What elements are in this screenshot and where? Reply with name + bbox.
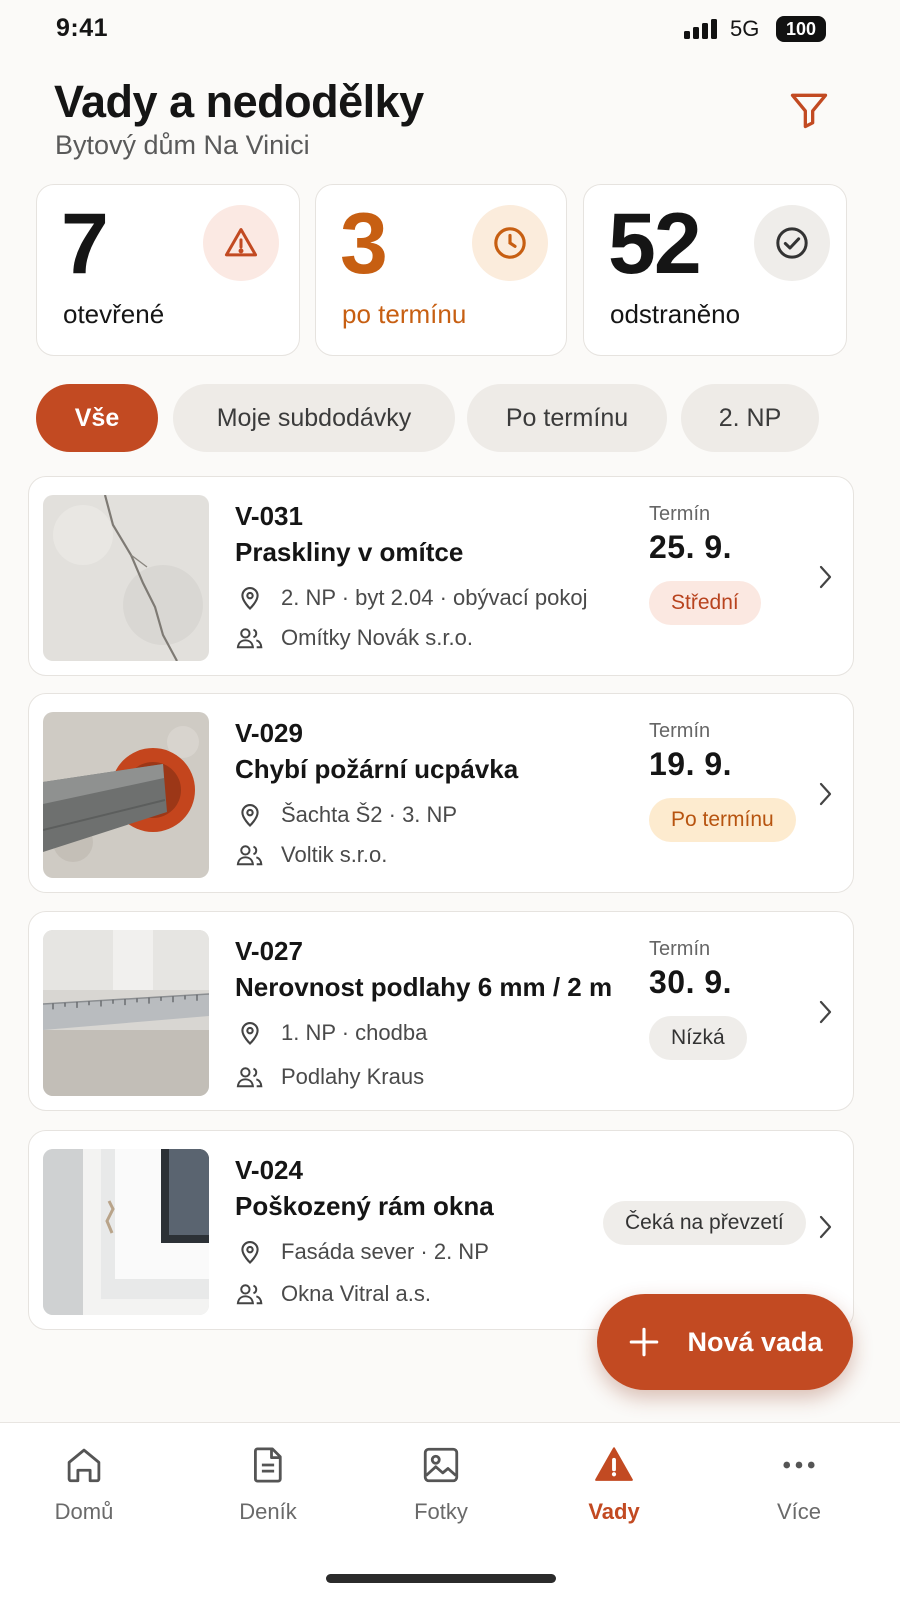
- defect-contractor: Omítky Novák s.r.o.: [235, 623, 473, 653]
- tab-photos[interactable]: Fotky: [371, 1443, 511, 1553]
- page-title: Vady a nedodělky: [54, 76, 424, 127]
- tab-label: Vady: [588, 1499, 640, 1524]
- contractor-text: Podlahy Kraus: [281, 1064, 425, 1089]
- contractor-text: Omítky Novák s.r.o.: [281, 625, 473, 650]
- home-indicator: [326, 1574, 556, 1583]
- signal-icon: [684, 19, 718, 39]
- defect-location: 1. NP · chodba: [235, 1018, 427, 1048]
- status-time: 9:41: [56, 14, 109, 42]
- tab-label: Domů: [54, 1499, 114, 1524]
- chevron-right-icon: [819, 565, 832, 589]
- network-type: 5G: [730, 16, 760, 41]
- overdue-badge: Po termínu: [649, 798, 796, 842]
- severity-badge: Střední: [649, 581, 761, 625]
- defect-id: V-027: [235, 936, 303, 966]
- defect-title: Poškozený rám okna: [235, 1191, 494, 1221]
- people-icon: [235, 840, 265, 870]
- new-defect-button[interactable]: Nová vada: [597, 1294, 853, 1390]
- battery-icon: 100: [776, 16, 826, 42]
- location-text: Šachta Š2 · 3. NP: [281, 802, 458, 827]
- tab-label: Fotky: [414, 1499, 468, 1524]
- defect-location: Šachta Š2 · 3. NP: [235, 800, 457, 830]
- filter-button[interactable]: [780, 82, 838, 138]
- tab-more[interactable]: Více: [729, 1443, 869, 1553]
- document-icon: [246, 1443, 290, 1487]
- alert-icon: [592, 1443, 636, 1487]
- defect-id: V-024: [235, 1155, 303, 1185]
- due-date: 19. 9.: [649, 746, 733, 782]
- location-pin-icon: [235, 583, 265, 613]
- chip-my-subcontracts[interactable]: Moje subdodávky: [173, 384, 455, 452]
- tab-label: Deník: [239, 1499, 297, 1524]
- status-badge: Čeká na převzetí: [603, 1201, 806, 1245]
- defect-photo: [43, 1149, 209, 1315]
- chevron-right-icon: [819, 1000, 832, 1024]
- stat-card-open[interactable]: 7 otevřené: [36, 184, 300, 356]
- chip-floor-2[interactable]: 2. NP: [681, 384, 819, 452]
- stat-label: po termínu: [342, 299, 467, 329]
- home-icon: [62, 1443, 106, 1487]
- people-icon: [235, 1062, 265, 1092]
- defect-photo: [43, 712, 209, 878]
- defect-contractor: Voltik s.r.o.: [235, 840, 387, 870]
- contractor-text: Okna Vitral a.s.: [281, 1281, 431, 1306]
- stat-label: otevřené: [63, 299, 165, 329]
- due-label: Termín: [649, 503, 711, 525]
- defect-id: V-029: [235, 718, 303, 748]
- location-text: 2. NP · byt 2.04 · obývací pokoj: [281, 585, 588, 610]
- defect-title: Chybí požární ucpávka: [235, 754, 519, 784]
- defect-card-v031[interactable]: V-031 Praskliny v omítce 2. NP · byt 2.0…: [28, 476, 854, 676]
- location-text: Fasáda sever · 2. NP: [281, 1239, 489, 1264]
- people-icon: [235, 1279, 265, 1309]
- more-icon: [777, 1443, 821, 1487]
- defect-id: V-031: [235, 501, 303, 531]
- stat-value: 3: [340, 196, 388, 292]
- stat-label: odstraněno: [610, 299, 741, 329]
- contractor-text: Voltik s.r.o.: [281, 842, 388, 867]
- due-label: Termín: [649, 720, 711, 742]
- defect-contractor: Podlahy Kraus: [235, 1062, 424, 1092]
- stat-value: 7: [61, 196, 109, 292]
- location-pin-icon: [235, 800, 265, 830]
- people-icon: [235, 623, 265, 653]
- new-defect-label: Nová vada: [687, 1326, 823, 1357]
- plus-icon: [627, 1325, 661, 1359]
- defect-card-v029[interactable]: V-029 Chybí požární ucpávka Šachta Š2 · …: [28, 693, 854, 893]
- location-pin-icon: [235, 1018, 265, 1048]
- defect-photo: [43, 495, 209, 661]
- project-subtitle: Bytový dům Na Vinici: [55, 130, 310, 160]
- location-text: 1. NP · chodba: [281, 1020, 428, 1045]
- defect-title: Nerovnost podlahy 6 mm / 2 m: [235, 972, 613, 1002]
- warning-icon: [203, 205, 279, 281]
- due-date: 30. 9.: [649, 964, 733, 1000]
- chevron-right-icon: [819, 782, 832, 806]
- defect-photo: [43, 930, 209, 1096]
- defect-location: 2. NP · byt 2.04 · obývací pokoj: [235, 583, 588, 613]
- chevron-right-icon: [819, 1215, 832, 1239]
- defect-title: Praskliny v omítce: [235, 537, 464, 567]
- status-bar: 9:41 5G 100: [0, 0, 900, 60]
- tab-label: Více: [776, 1499, 822, 1524]
- defect-card-v027[interactable]: V-027 Nerovnost podlahy 6 mm / 2 m 1. NP…: [28, 911, 854, 1111]
- filter-icon: [790, 93, 828, 129]
- clock-icon: [472, 205, 548, 281]
- chip-overdue[interactable]: Po termínu: [467, 384, 667, 452]
- photo-icon: [419, 1443, 463, 1487]
- check-circle-icon: [754, 205, 830, 281]
- severity-badge: Nízká: [649, 1016, 747, 1060]
- defect-location: Fasáda sever · 2. NP: [235, 1237, 489, 1267]
- stat-value: 52: [608, 196, 702, 292]
- stat-card-overdue[interactable]: 3 po termínu: [315, 184, 567, 356]
- chip-all[interactable]: Vše: [36, 384, 158, 452]
- tab-home[interactable]: Domů: [14, 1443, 154, 1553]
- due-date: 25. 9.: [649, 529, 733, 565]
- defect-contractor: Okna Vitral a.s.: [235, 1279, 431, 1309]
- tab-defects[interactable]: Vady: [544, 1443, 684, 1553]
- stat-card-resolved[interactable]: 52 odstraněno: [583, 184, 847, 356]
- tab-diary[interactable]: Deník: [198, 1443, 338, 1553]
- location-pin-icon: [235, 1237, 265, 1267]
- due-label: Termín: [649, 938, 711, 960]
